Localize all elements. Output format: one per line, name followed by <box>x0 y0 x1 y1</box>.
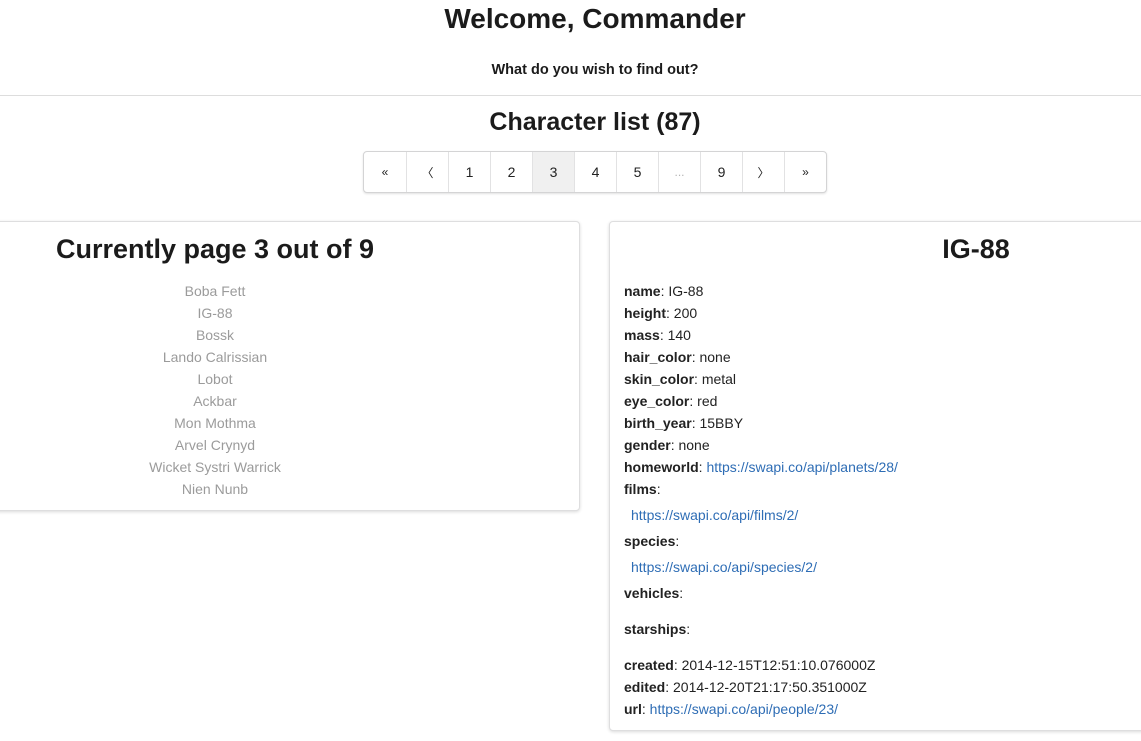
list-item[interactable]: Ackbar <box>0 390 435 412</box>
species-list: https://swapi.co/api/species/2/ <box>624 552 1141 582</box>
pagination: « 〈 1 2 3 4 5 ... 9 〉 » <box>363 151 827 193</box>
detail-key: created <box>624 657 674 673</box>
list-item[interactable]: Lobot <box>0 368 435 390</box>
detail-value: red <box>697 393 718 409</box>
detail-row-birth-year: birth_year: 15BBY <box>624 415 744 431</box>
detail-row-hair-color: hair_color: none <box>624 349 731 365</box>
detail-key: starships <box>624 621 687 637</box>
detail-row-eye-color: eye_color: red <box>624 393 718 409</box>
homeworld-link[interactable]: https://swapi.co/api/planets/28/ <box>706 459 897 475</box>
detail-value: none <box>699 349 731 365</box>
detail-value: 140 <box>667 327 691 343</box>
character-details: name: IG-88 height: 200 mass: 140 hair_c… <box>624 280 1141 720</box>
character-list: Boba Fett IG-88 Bossk Lando Calrissian L… <box>0 280 435 500</box>
detail-key: mass <box>624 327 660 343</box>
detail-key: films <box>624 481 657 497</box>
detail-key: vehicles <box>624 585 680 601</box>
character-detail-card: IG-88 name: IG-88 height: 200 mass: 140 … <box>609 221 1141 731</box>
pagination-ellipsis: ... <box>658 152 700 192</box>
list-item[interactable]: Nien Nunb <box>0 478 435 500</box>
detail-row-url: url: https://swapi.co/api/people/23/ <box>624 701 839 717</box>
detail-key: name <box>624 283 661 299</box>
list-item[interactable]: Bossk <box>0 324 435 346</box>
list-item[interactable]: Lando Calrissian <box>0 346 435 368</box>
list-item[interactable]: Wicket Systri Warrick <box>0 456 435 478</box>
detail-value: 2014-12-20T21:17:50.351000Z <box>673 679 867 695</box>
page-header: Welcome, Commander What do you wish to f… <box>0 0 1141 96</box>
film-link[interactable]: https://swapi.co/api/films/2/ <box>631 507 798 523</box>
detail-key: height <box>624 305 666 321</box>
detail-value: 15BBY <box>699 415 744 431</box>
detail-row-mass: mass: 140 <box>624 327 691 343</box>
detail-row-height: height: 200 <box>624 305 698 321</box>
subtitle: What do you wish to find out? <box>491 62 699 78</box>
last-page-button[interactable]: » <box>784 152 826 192</box>
detail-row-edited: edited: 2014-12-20T21:17:50.351000Z <box>624 679 867 695</box>
detail-key: hair_color <box>624 349 692 365</box>
detail-key: species <box>624 533 676 549</box>
character-list-title: Character list (87) <box>489 108 701 136</box>
detail-key: url <box>624 701 642 717</box>
detail-row-gender: gender: none <box>624 437 710 453</box>
detail-value: metal <box>701 371 737 387</box>
detail-row-name: name: IG-88 <box>624 283 704 299</box>
detail-row-homeworld: homeworld: https://swapi.co/api/planets/… <box>624 459 898 475</box>
detail-value: none <box>678 437 710 453</box>
detail-key: eye_color <box>624 393 690 409</box>
list-item[interactable]: Arvel Crynyd <box>0 434 435 456</box>
detail-key: birth_year <box>624 415 692 431</box>
page-button-5[interactable]: 5 <box>616 152 658 192</box>
detail-row-created: created: 2014-12-15T12:51:10.076000Z <box>624 657 876 673</box>
detail-value: 200 <box>673 305 698 321</box>
species-link[interactable]: https://swapi.co/api/species/2/ <box>631 559 817 575</box>
detail-value: 2014-12-15T12:51:10.076000Z <box>681 657 876 673</box>
welcome-title: Welcome, Commander <box>444 3 746 34</box>
prev-page-button[interactable]: 〈 <box>406 152 448 192</box>
detail-row-films: films: <box>624 481 661 497</box>
films-list: https://swapi.co/api/films/2/ <box>624 500 1141 530</box>
detail-key: skin_color <box>624 371 695 387</box>
list-item[interactable]: Mon Mothma <box>0 412 435 434</box>
detail-value: IG-88 <box>668 283 704 299</box>
next-page-button[interactable]: 〉 <box>742 152 784 192</box>
page-button-3[interactable]: 3 <box>532 152 574 192</box>
character-name-heading: IG-88 <box>942 234 1010 264</box>
current-page-heading: Currently page 3 out of 9 <box>55 234 375 264</box>
list-item[interactable]: Boba Fett <box>0 280 435 302</box>
url-link[interactable]: https://swapi.co/api/people/23/ <box>650 701 838 717</box>
first-page-button[interactable]: « <box>364 152 406 192</box>
detail-row-vehicles: vehicles: <box>624 585 684 601</box>
list-item[interactable]: IG-88 <box>0 302 435 324</box>
page-button-4[interactable]: 4 <box>574 152 616 192</box>
detail-row-species: species: <box>624 533 680 549</box>
detail-key: edited <box>624 679 666 695</box>
detail-key: gender <box>624 437 671 453</box>
character-list-card: Currently page 3 out of 9 Boba Fett IG-8… <box>0 221 580 511</box>
detail-row-starships: starships: <box>624 621 691 637</box>
detail-row-skin-color: skin_color: metal <box>624 371 737 387</box>
page-button-2[interactable]: 2 <box>490 152 532 192</box>
detail-key: homeworld <box>624 459 699 475</box>
page-button-9[interactable]: 9 <box>700 152 742 192</box>
page-button-1[interactable]: 1 <box>448 152 490 192</box>
